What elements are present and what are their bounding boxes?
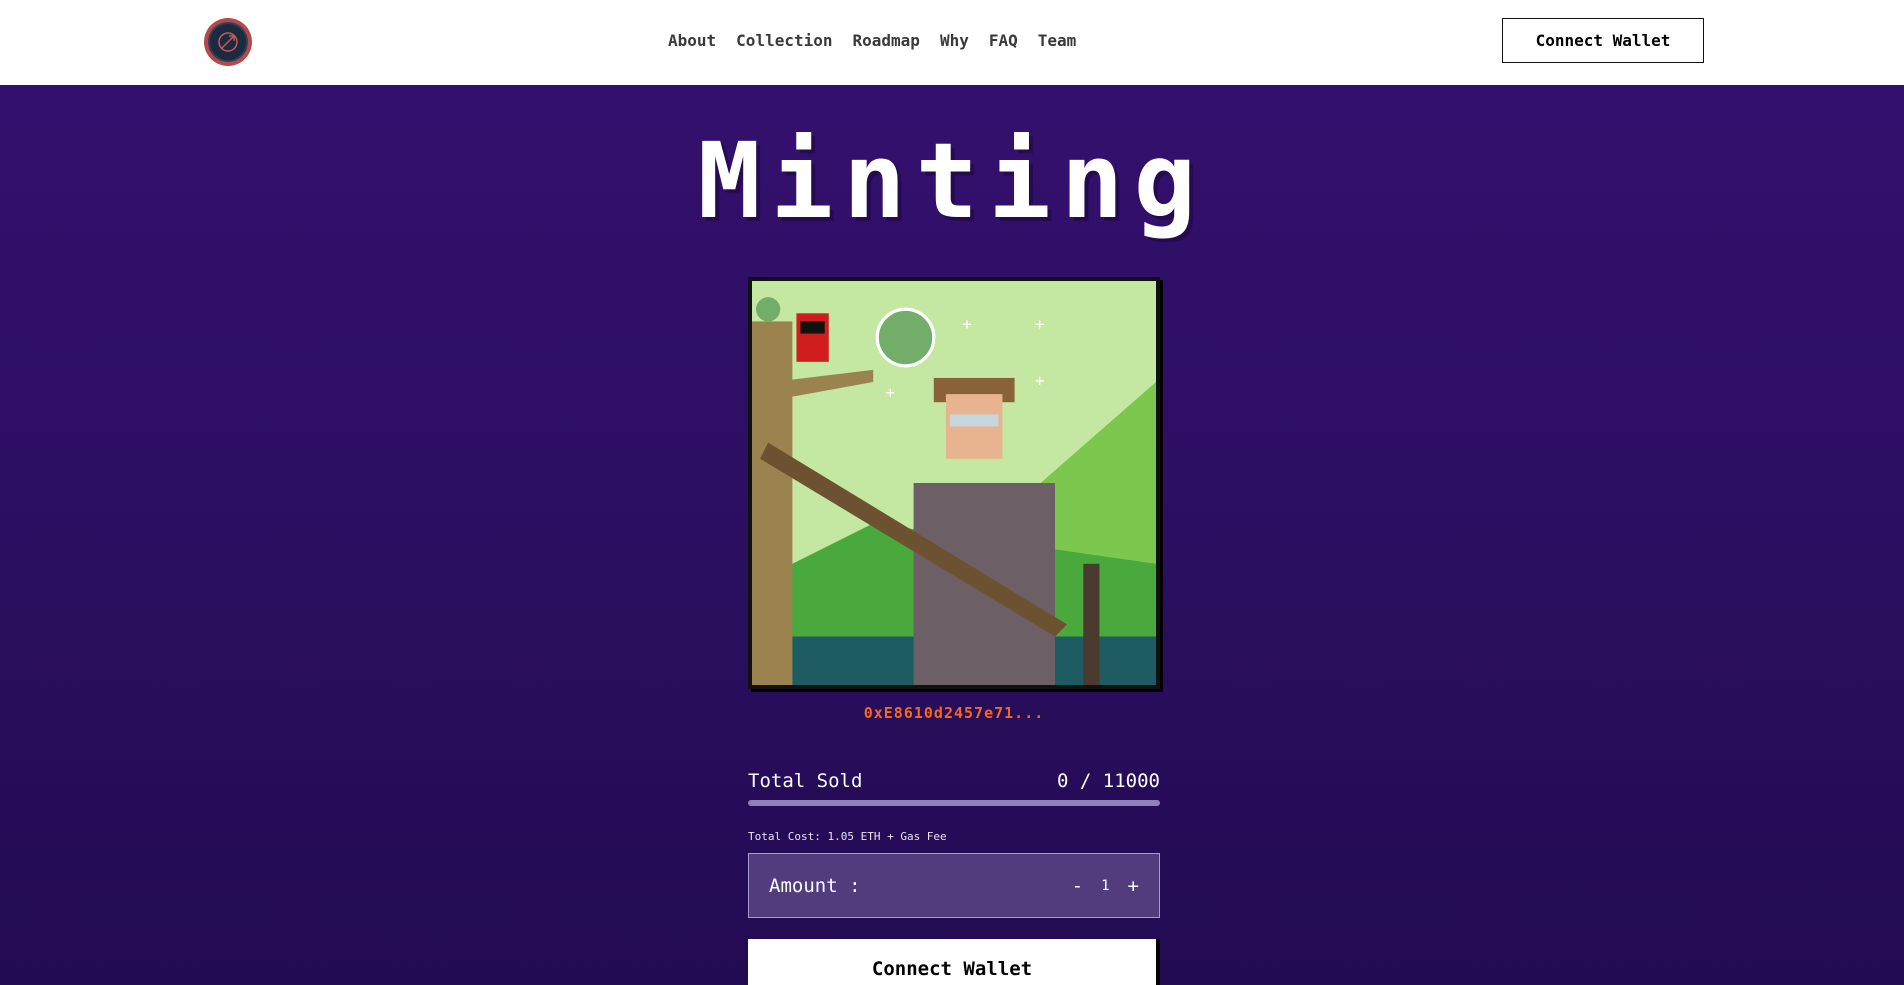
- svg-text:+: +: [885, 383, 895, 402]
- nav-why-link[interactable]: Why: [940, 31, 969, 50]
- pixel-hunter-illustration: + + + +: [752, 281, 1156, 685]
- mint-connect-wallet-button[interactable]: Connect Wallet: [748, 939, 1160, 985]
- nav-team-link[interactable]: Team: [1038, 31, 1077, 50]
- quantity-value[interactable]: 1: [1101, 878, 1109, 894]
- top-navbar: About Collection Roadmap Why FAQ Team Co…: [0, 0, 1904, 85]
- quantity-stepper: - 1 +: [1072, 875, 1139, 897]
- main-nav: About Collection Roadmap Why FAQ Team: [668, 31, 1076, 50]
- logo-icon[interactable]: [204, 18, 252, 66]
- sold-progress-bar: [748, 800, 1160, 806]
- page-title: Minting: [697, 120, 1207, 242]
- total-cost-text: Total Cost: 1.05 ETH + Gas Fee: [748, 830, 947, 843]
- total-sold-row: Total Sold 0 / 11000: [748, 768, 1160, 794]
- total-sold-count: 0 / 11000: [1057, 770, 1160, 792]
- svg-text:+: +: [1035, 314, 1045, 333]
- nav-faq-link[interactable]: FAQ: [989, 31, 1018, 50]
- nav-collection-link[interactable]: Collection: [736, 31, 832, 50]
- nft-preview-image: + + + +: [748, 277, 1160, 689]
- svg-text:+: +: [1035, 371, 1045, 390]
- amount-label: Amount :: [769, 874, 861, 897]
- amount-selector: Amount : - 1 +: [748, 853, 1160, 918]
- increment-button[interactable]: +: [1128, 875, 1139, 897]
- contract-address[interactable]: 0xE8610d2457e71...: [748, 704, 1160, 722]
- nav-about-link[interactable]: About: [668, 31, 716, 50]
- nav-roadmap-link[interactable]: Roadmap: [853, 31, 920, 50]
- total-sold-label: Total Sold: [748, 770, 863, 792]
- header-connect-wallet-button[interactable]: Connect Wallet: [1502, 18, 1704, 63]
- svg-text:+: +: [962, 314, 972, 333]
- decrement-button[interactable]: -: [1072, 875, 1083, 897]
